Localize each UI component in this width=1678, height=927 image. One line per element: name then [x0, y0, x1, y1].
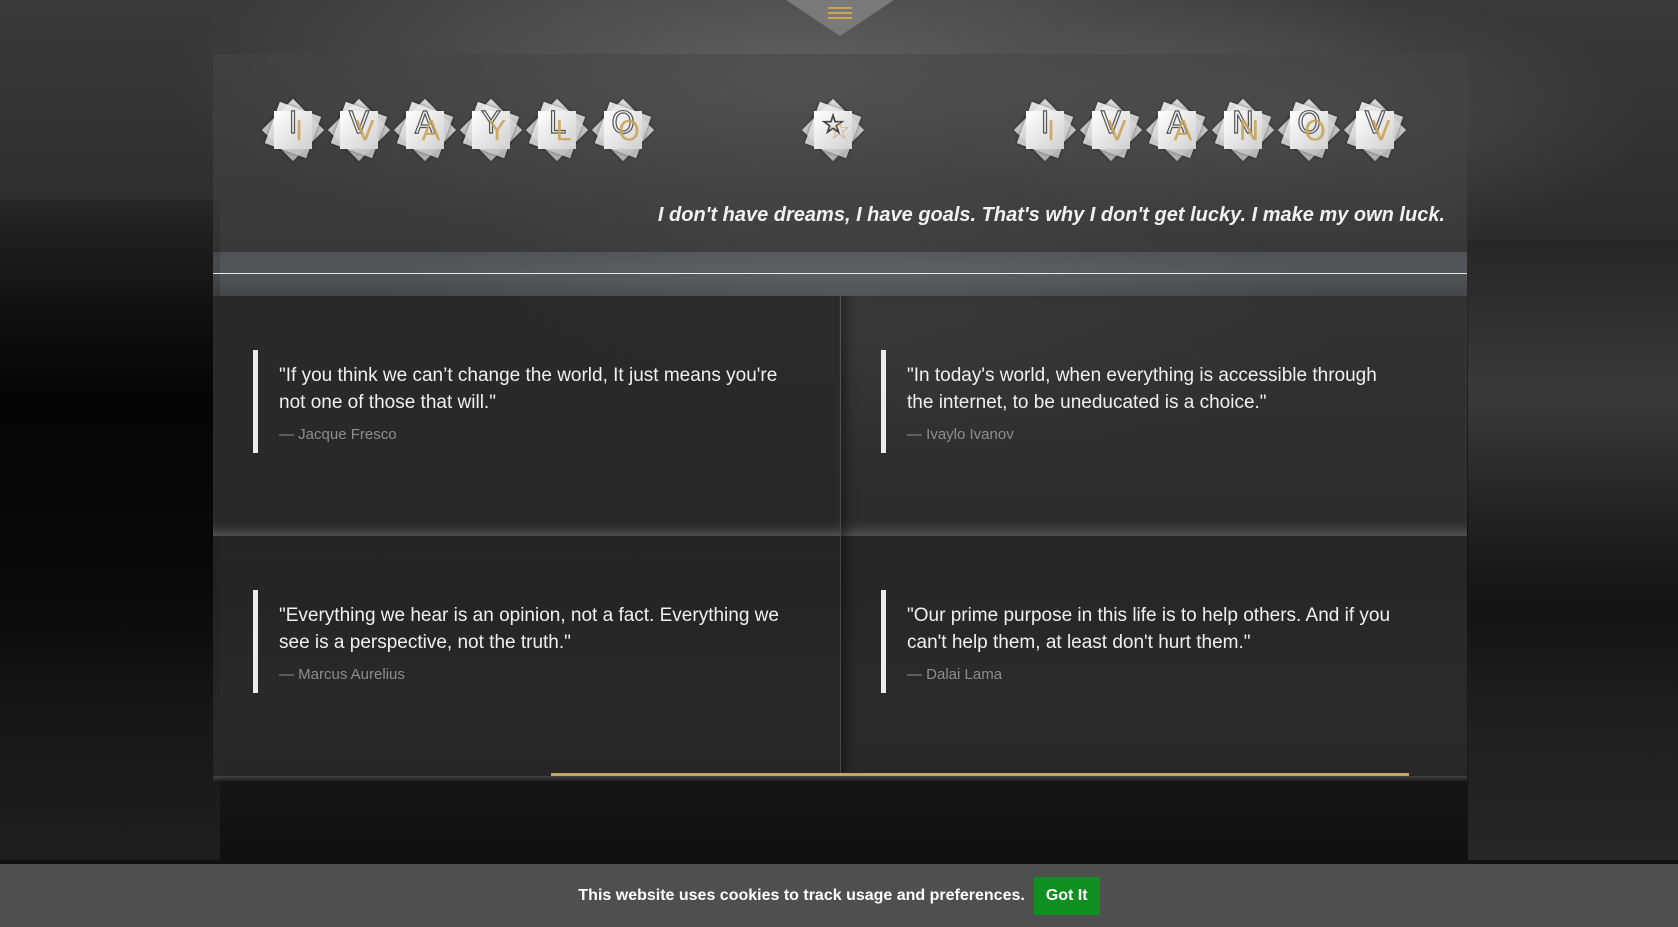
letter-tile: AA [1145, 98, 1209, 162]
background-landscape-right [1468, 240, 1678, 860]
letter-tile: II [261, 98, 325, 162]
accent-line [551, 773, 1409, 776]
quote-card: "In today's world, when everything is ac… [840, 296, 1467, 536]
panel-footer [213, 773, 1467, 782]
star-icon: ☆ ☆ [801, 98, 865, 162]
letter-tile: AA [393, 98, 457, 162]
landscape-band [213, 252, 1467, 296]
letter-tile: II [1013, 98, 1077, 162]
cookie-banner: This website uses cookies to track usage… [0, 864, 1678, 927]
main-panel: II VV AA YY LL OO ☆ ☆ II VV AA NN OO VV I… [213, 54, 1467, 782]
quote-author: — Marcus Aurelius [279, 666, 405, 683]
quote-block: "Everything we hear is an opinion, not a… [253, 590, 800, 693]
quote-author: — Dalai Lama [907, 666, 1003, 683]
letter-tile: YY [459, 98, 523, 162]
quote-text: "In today's world, when everything is ac… [907, 365, 1377, 413]
quote-text: "Our prime purpose in this life is to he… [907, 605, 1391, 653]
letter-tile: LL [525, 98, 589, 162]
letter-tile: VV [1343, 98, 1407, 162]
letter-tile: OO [1277, 98, 1341, 162]
quotes-grid: "If you think we can’t change the world,… [213, 296, 1467, 776]
accept-cookies-button[interactable]: Got It [1033, 876, 1100, 915]
quote-block: "Our prime purpose in this life is to he… [881, 590, 1427, 693]
letter-tile: NN [1211, 98, 1275, 162]
background-landscape-left [0, 200, 220, 860]
quote-text: "Everything we hear is an opinion, not a… [279, 605, 779, 653]
letter-tile: OO [591, 98, 655, 162]
name-logo: II VV AA YY LL OO ☆ ☆ II VV AA NN OO VV [261, 98, 1415, 166]
quote-block: "In today's world, when everything is ac… [881, 350, 1427, 453]
cookie-message: This website uses cookies to track usage… [578, 886, 1025, 904]
divider-line [213, 273, 1467, 274]
quote-block: "If you think we can’t change the world,… [253, 350, 800, 453]
hamburger-icon [828, 7, 852, 22]
quote-card: "If you think we can’t change the world,… [213, 296, 840, 536]
quote-author: — Ivaylo Ivanov [907, 426, 1014, 443]
letter-tile: VV [327, 98, 391, 162]
header-motto: I don't have dreams, I have goals. That'… [657, 204, 1445, 226]
quote-author: — Jacque Fresco [279, 426, 397, 443]
quote-card: "Everything we hear is an opinion, not a… [213, 536, 840, 776]
site-header: II VV AA YY LL OO ☆ ☆ II VV AA NN OO VV I… [213, 54, 1467, 252]
quote-text: "If you think we can’t change the world,… [279, 365, 778, 413]
quote-card: "Our prime purpose in this life is to he… [840, 536, 1467, 776]
menu-toggle-button[interactable] [786, 0, 894, 36]
letter-tile: VV [1079, 98, 1143, 162]
